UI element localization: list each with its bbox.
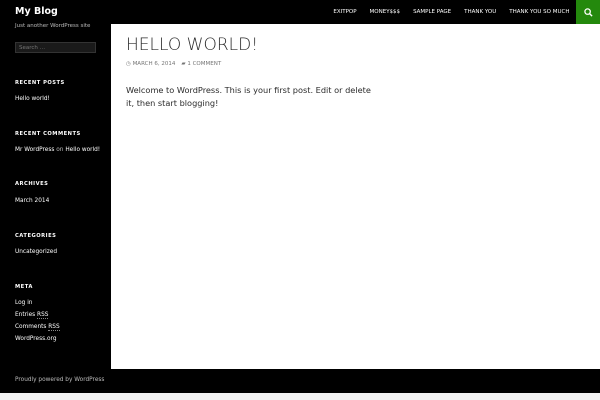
comments-label: Comments (15, 324, 47, 330)
nav-item-thank-you-so-much[interactable]: THANK YOU SO MUCH (503, 0, 576, 24)
clock-icon: ◷ (126, 61, 131, 67)
rss-abbr: RSS (48, 324, 60, 331)
site-header: My Blog EXITPOP MONEY$$$ SAMPLE PAGE THA… (0, 0, 600, 24)
site-title-link[interactable]: My Blog (15, 6, 58, 17)
main-content (111, 24, 600, 369)
entry-meta: ◷ MARCH 6, 2014 ▰ 1 COMMENT (126, 61, 221, 67)
recent-comments-title: RECENT COMMENTS (15, 131, 81, 137)
comment-author-link[interactable]: Mr WordPress (15, 147, 54, 153)
post-date: MARCH 6, 2014 (132, 61, 176, 67)
site-tagline: Just another WordPress site (15, 23, 91, 29)
footer-credit-link[interactable]: Proudly powered by WordPress (15, 377, 104, 383)
categories-title: CATEGORIES (15, 233, 57, 239)
comments-link[interactable]: ▰ 1 COMMENT (181, 61, 221, 67)
entries-rss-link[interactable]: Entries RSS (15, 312, 49, 319)
recent-comment: Mr WordPress on Hello world! (15, 147, 100, 153)
post-body: Welcome to WordPress. This is your first… (126, 85, 371, 108)
comment-count: 1 COMMENT (187, 61, 222, 67)
comment-on-text: on (56, 147, 64, 153)
search-icon (583, 7, 593, 17)
nav-item-exitpop[interactable]: EXITPOP (327, 0, 363, 24)
sidebar: Just another WordPress site RECENT POSTS… (0, 23, 111, 369)
post-title[interactable]: HELLO WORLD! (126, 35, 258, 55)
archives-title: ARCHIVES (15, 181, 49, 187)
entries-label: Entries (15, 312, 36, 318)
wordpress-org-link[interactable]: WordPress.org (15, 336, 57, 342)
primary-nav: EXITPOP MONEY$$$ SAMPLE PAGE THANK YOU T… (327, 0, 576, 24)
recent-posts-title: RECENT POSTS (15, 80, 65, 86)
nav-item-money[interactable]: MONEY$$$ (363, 0, 407, 24)
category-link[interactable]: Uncategorized (15, 249, 57, 255)
nav-item-thank-you[interactable]: THANK YOU (458, 0, 503, 24)
site-footer: Proudly powered by WordPress (0, 369, 600, 393)
recent-post-link[interactable]: Hello world! (15, 96, 50, 102)
login-link[interactable]: Log in (15, 300, 32, 306)
post-date-link[interactable]: ◷ MARCH 6, 2014 (126, 61, 175, 67)
nav-item-sample-page[interactable]: SAMPLE PAGE (407, 0, 458, 24)
search-toggle-button[interactable] (576, 0, 600, 24)
comment-post-link[interactable]: Hello world! (65, 147, 100, 153)
search-input[interactable] (15, 42, 96, 53)
comments-rss-link[interactable]: Comments RSS (15, 324, 60, 331)
archive-link[interactable]: March 2014 (15, 198, 49, 204)
rss-abbr: RSS (37, 312, 49, 319)
comment-bubble-icon: ▰ (181, 61, 186, 67)
meta-title: META (15, 284, 33, 290)
